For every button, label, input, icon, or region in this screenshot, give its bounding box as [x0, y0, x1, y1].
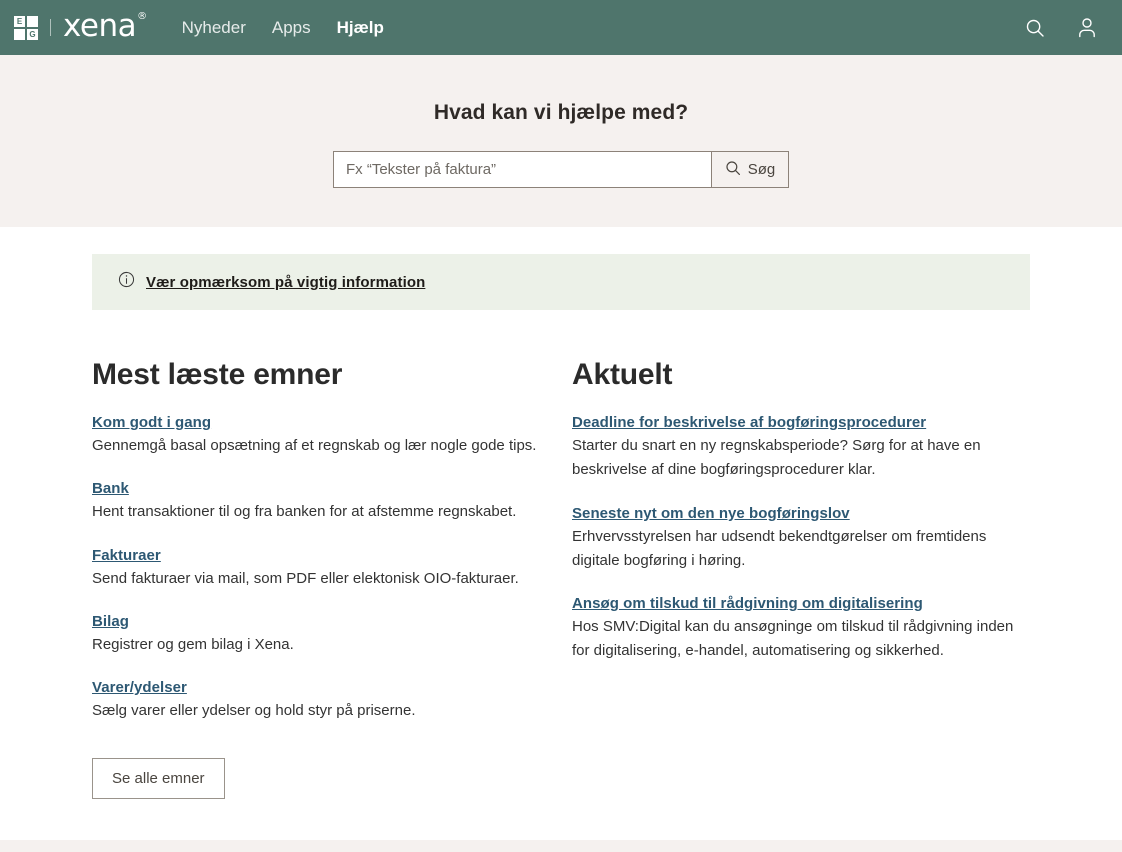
topic-desc-varer-ydelser: Sælg varer eller ydelser og hold styr på…: [92, 702, 416, 720]
list-item: Fakturaer Send fakturaer via mail, som P…: [92, 547, 572, 591]
xena-wordmark-text: xena: [63, 8, 137, 44]
eg-grid-icon: E G: [14, 15, 38, 40]
xena-wordmark: xena®: [63, 8, 147, 44]
news-heading: Aktuelt: [572, 358, 673, 391]
list-item: Kom godt i gang Gennemgå basal opsætning…: [92, 414, 572, 458]
list-item: Ansøg om tilskud til rådgivning om digit…: [572, 595, 1030, 664]
news-desc-bogfoeringslov: Erhvervsstyrelsen har udsendt bekendtgør…: [572, 527, 987, 569]
main-navigation: Nyheder Apps Hjælp: [182, 19, 384, 36]
topic-link-bank[interactable]: Bank: [92, 480, 129, 497]
eg-cell-blank-2: [14, 28, 25, 40]
list-item: Deadline for beskrivelse af bogføringspr…: [572, 414, 1030, 483]
search-icon[interactable]: [1022, 15, 1048, 41]
topic-link-fakturaer[interactable]: Fakturaer: [92, 547, 161, 564]
news-desc-tilskud-digitalisering: Hos SMV:Digital kan du ansøgninge om til…: [572, 618, 1014, 660]
page-title: Hvad kan vi hjælpe med?: [433, 101, 689, 124]
footer-strip: [0, 840, 1122, 852]
nav-item-apps[interactable]: Apps: [272, 19, 311, 36]
news-desc-deadline-bogfoeringsprocedurer: Starter du snart en ny regnskabsperiode?…: [572, 437, 981, 479]
topic-desc-fakturaer: Send fakturaer via mail, som PDF eller e…: [92, 569, 519, 587]
list-item: Bank Hent transaktioner til og fra banke…: [92, 480, 572, 524]
important-info-link[interactable]: Vær opmærksom på vigtig information: [146, 274, 425, 291]
popular-topics-column: Mest læste emner Kom godt i gang Gennemg…: [92, 358, 572, 800]
eg-letter-g: G: [27, 28, 38, 40]
popular-topics-heading: Mest læste emner: [92, 358, 343, 391]
eg-cell-blank-1: [27, 15, 38, 27]
info-circle-icon: [118, 271, 135, 293]
main-content: Vær opmærksom på vigtig information Mest…: [0, 227, 1122, 800]
see-all-topics-button[interactable]: Se alle emner: [92, 758, 225, 800]
search-input[interactable]: [333, 151, 711, 188]
search-submit-button[interactable]: Søg: [711, 151, 789, 188]
logo-divider: [50, 19, 51, 36]
top-navigation-bar: E G xena® Nyheder Apps Hjælp: [0, 0, 1122, 55]
registered-mark: ®: [137, 10, 147, 22]
nav-item-nyheder[interactable]: Nyheder: [182, 19, 246, 36]
news-link-bogfoeringslov[interactable]: Seneste nyt om den nye bogføringslov: [572, 505, 850, 522]
search-button-label: Søg: [747, 161, 776, 178]
nav-item-hjaelp[interactable]: Hjælp: [337, 19, 384, 36]
list-item: Bilag Registrer og gem bilag i Xena.: [92, 613, 572, 657]
news-column: Aktuelt Deadline for beskrivelse af bogf…: [572, 358, 1030, 799]
topic-link-bilag[interactable]: Bilag: [92, 613, 129, 630]
hero-search-section: Hvad kan vi hjælpe med? Søg: [0, 55, 1122, 227]
xena-logo[interactable]: E G xena®: [14, 8, 147, 44]
list-item: Seneste nyt om den nye bogføringslov Erh…: [572, 505, 1030, 574]
topic-desc-kom-godt-i-gang: Gennemgå basal opsætning af et regnskab …: [92, 437, 537, 454]
header-actions: [1022, 15, 1100, 41]
user-icon[interactable]: [1074, 15, 1100, 41]
topic-desc-bilag: Registrer og gem bilag i Xena.: [92, 635, 294, 653]
topic-link-varer-ydelser[interactable]: Varer/ydelser: [92, 679, 187, 696]
important-info-banner[interactable]: Vær opmærksom på vigtig information: [92, 254, 1030, 310]
news-link-tilskud-digitalisering[interactable]: Ansøg om tilskud til rådgivning om digit…: [572, 595, 923, 612]
topic-desc-bank: Hent transaktioner til og fra banken for…: [92, 503, 517, 521]
list-item: Varer/ydelser Sælg varer eller ydelser o…: [92, 679, 572, 723]
news-link-deadline-bogfoeringsprocedurer[interactable]: Deadline for beskrivelse af bogføringspr…: [572, 414, 926, 431]
topic-link-kom-godt-i-gang[interactable]: Kom godt i gang: [92, 414, 211, 431]
two-column-layout: Mest læste emner Kom godt i gang Gennemg…: [92, 358, 1030, 800]
search-icon: [725, 160, 741, 180]
eg-letter-e: E: [14, 15, 25, 27]
search-bar: Søg: [333, 151, 789, 188]
